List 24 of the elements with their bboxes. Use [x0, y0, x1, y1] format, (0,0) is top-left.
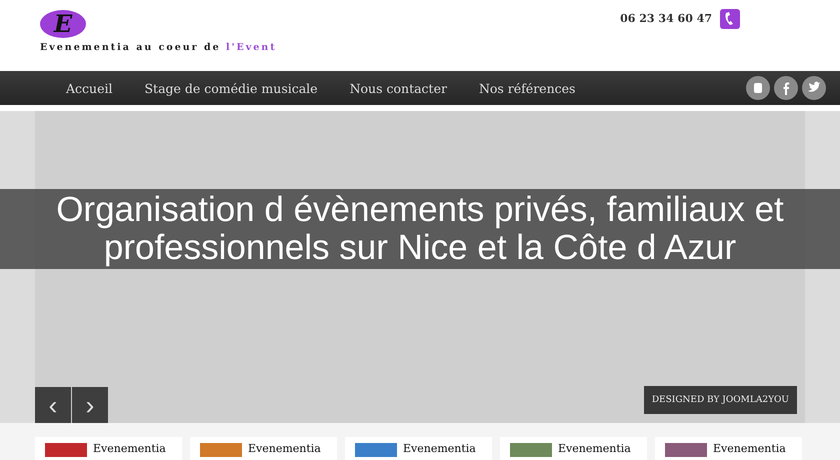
- phone-icon: [720, 9, 740, 29]
- phone-number: 06 23 34 60 47: [620, 11, 712, 25]
- card-title: Evenementia: [558, 443, 631, 455]
- nav-link[interactable]: Stage de comédie musicale: [128, 80, 334, 96]
- card-title: Evenementia: [713, 443, 786, 455]
- nav-link[interactable]: Nos références: [462, 80, 592, 96]
- card-title: Evenementia: [403, 443, 476, 455]
- slide-caption: Organisation d évènements privés, familiaux et professionnels sur Nice et la Côte d Azur: [0, 189, 840, 269]
- nav-link[interactable]: Nous contacter: [334, 80, 463, 96]
- tagline: Evenementia au coeur de l'Event: [40, 42, 277, 53]
- article-card[interactable]: Evenementia: [655, 437, 802, 460]
- article-card[interactable]: Evenementia: [35, 437, 182, 460]
- article-card[interactable]: Evenementia: [500, 437, 647, 460]
- article-card[interactable]: Evenementia: [190, 437, 337, 460]
- twitter-icon[interactable]: [802, 76, 826, 100]
- card-title: Evenementia: [248, 443, 321, 455]
- article-card[interactable]: Evenementia: [345, 437, 492, 460]
- next-button[interactable]: ›: [72, 387, 108, 423]
- designer-credit[interactable]: DESIGNED BY JOOMLA2YOU: [644, 386, 797, 414]
- nav-link[interactable]: Accueil: [50, 80, 128, 96]
- card-title: Evenementia: [93, 443, 166, 455]
- logo[interactable]: E: [40, 10, 86, 38]
- facebook-icon[interactable]: [774, 76, 798, 100]
- previous-button[interactable]: ‹: [35, 387, 71, 423]
